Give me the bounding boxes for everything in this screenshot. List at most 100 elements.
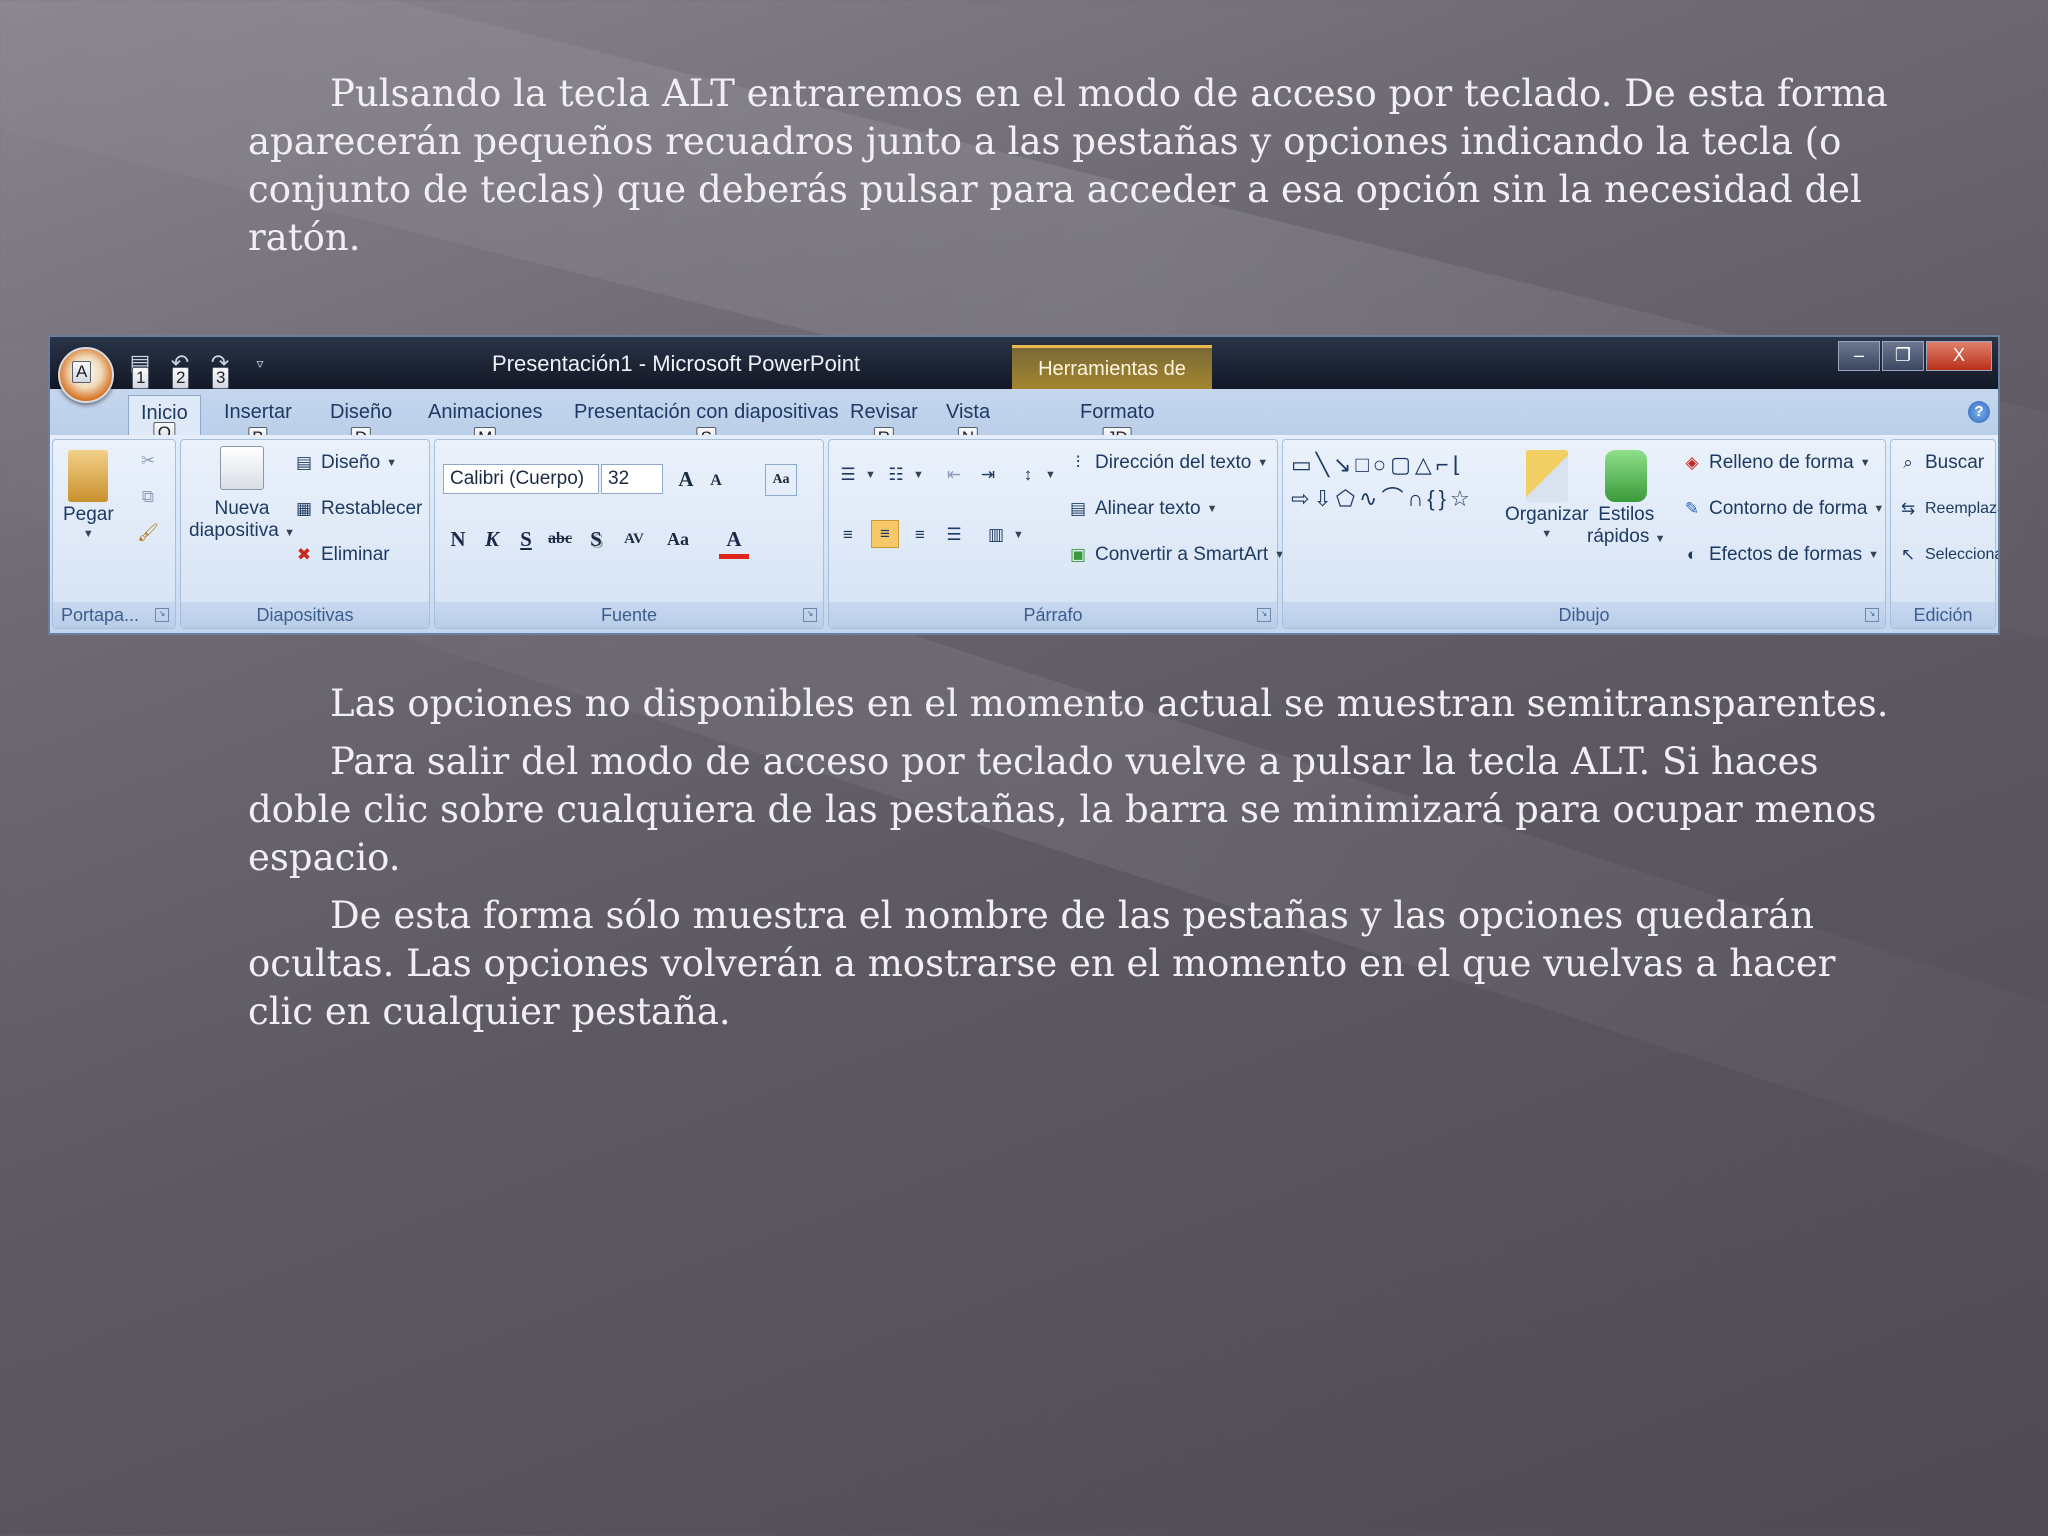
align-left-button[interactable]: ≡ xyxy=(837,524,859,546)
numbering-button[interactable]: ☷ ▼ xyxy=(885,464,924,486)
office-button[interactable]: A xyxy=(58,347,114,403)
group-slides: Nueva diapositiva ▼ ▤ Diseño ▼ ▦ Restablece… xyxy=(180,439,430,629)
quick-access-toolbar: ▤ 1 ↶ 2 ↷ 3 ▿ xyxy=(124,345,276,389)
dialog-launcher-icon[interactable]: ↘ xyxy=(1257,608,1271,622)
tab-inicio[interactable]: Inicio O xyxy=(128,395,201,444)
reset-button[interactable]: ▦ Restablecer xyxy=(293,498,422,520)
align-text-button[interactable]: ▤ Alinear texto ▼ xyxy=(1067,498,1218,520)
align-right-button[interactable]: ≡ xyxy=(909,524,931,546)
customize-qat-icon[interactable]: ▿ xyxy=(244,347,276,379)
justify-button[interactable]: ☰ xyxy=(943,524,965,546)
save-icon[interactable]: ▤ 1 xyxy=(124,347,156,389)
chevron-down-icon: ▼ xyxy=(82,528,94,540)
clear-format-icon[interactable]: Aa xyxy=(765,464,797,496)
select-button[interactable]: ↖Seleccionar xyxy=(1897,544,1998,566)
arc-shape-icon[interactable]: ⌒ xyxy=(1381,484,1403,514)
shrink-font-button[interactable]: A xyxy=(701,466,731,496)
smartart-button[interactable]: ▣ Convertir a SmartArt ▼ xyxy=(1067,544,1285,566)
font-size-select[interactable]: 32 xyxy=(601,464,663,494)
right-brace-shape-icon[interactable]: } xyxy=(1439,484,1446,514)
redo-icon[interactable]: ↷ 3 xyxy=(204,347,236,389)
left-brace-shape-icon[interactable]: { xyxy=(1427,484,1434,514)
bold-button[interactable]: N xyxy=(443,524,473,554)
tab-insertar[interactable]: InsertarB xyxy=(224,401,292,449)
quick-styles-button[interactable]: Estilos rápidos ▼ xyxy=(1587,450,1666,548)
strikethrough-button[interactable]: abc xyxy=(545,524,575,554)
keytip: 3 xyxy=(212,367,230,389)
paragraph: Las opciones no disponibles en el moment… xyxy=(330,682,1889,725)
dialog-launcher-icon[interactable]: ↘ xyxy=(1865,608,1879,622)
shape-outline-button[interactable]: ✎ Contorno de forma ▼ xyxy=(1681,498,1884,520)
replace-button[interactable]: ⇆Reemplazar xyxy=(1897,498,1998,520)
close-button[interactable]: X xyxy=(1926,341,1992,371)
right-arrow-shape-icon[interactable]: ⇨ xyxy=(1291,484,1309,514)
triangle-shape-icon[interactable]: △ xyxy=(1415,450,1432,480)
paint-bucket-icon: ◈ xyxy=(1685,453,1699,472)
columns-button[interactable]: ▥ ▼ xyxy=(985,524,1024,546)
curve-shape-icon[interactable]: ∩ xyxy=(1407,484,1423,514)
textbox-shape-icon[interactable]: ▭ xyxy=(1291,450,1312,480)
shape-fill-button[interactable]: ◈ Relleno de forma ▼ xyxy=(1681,452,1870,474)
tab-formato[interactable]: FormatoJD xyxy=(1080,401,1154,449)
font-color-button[interactable]: A xyxy=(719,524,749,559)
new-slide-button[interactable]: Nueva diapositiva ▼ xyxy=(189,446,295,542)
group-drawing: ▭ ╲ ↘ □ ○ ▢ △ ⌐ ⌊ ⇨ ⇩ ⬠ ∿ ⌒ ∩{} ☆ Organizar ▼ Estilos… xyxy=(1282,439,1886,629)
new-slide-icon xyxy=(219,446,264,490)
layout-button[interactable]: ▤ Diseño ▼ xyxy=(293,452,397,474)
paste-icon xyxy=(68,450,109,502)
reset-icon: ▦ xyxy=(295,499,313,518)
delete-slide-button[interactable]: ✖ Eliminar xyxy=(293,544,390,566)
title-bar: ▤ 1 ↶ 2 ↷ 3 ▿ Presentación1 - Microsoft Pow… xyxy=(50,337,1998,422)
align-center-button[interactable]: ≡ xyxy=(871,520,899,548)
paste-button[interactable]: Pegar ▼ xyxy=(63,450,114,540)
underline-button[interactable]: S xyxy=(511,524,541,554)
ribbon-body: Pegar ▼ ✂ ⧉ 🖌 Portapa... ↘ Nueva diaposi… xyxy=(50,435,1998,633)
change-case-button[interactable]: Aa xyxy=(663,524,693,554)
format-painter-icon[interactable]: 🖌 xyxy=(137,522,159,544)
copy-icon[interactable]: ⧉ xyxy=(137,486,159,508)
decrease-indent-button[interactable]: ⇤ xyxy=(943,464,965,486)
font-name-select[interactable]: Calibri (Cuerpo) xyxy=(443,464,599,494)
tab-diseno[interactable]: DiseñoD xyxy=(330,401,392,449)
shadow-button[interactable]: S xyxy=(581,524,611,554)
tab-presentacion[interactable]: Presentación con diapositivasS xyxy=(574,401,839,449)
group-font: Calibri (Cuerpo) 32 A A Aa N K S abc S A… xyxy=(434,439,824,629)
cut-icon[interactable]: ✂ xyxy=(137,450,159,472)
paragraph: Para salir del modo de acceso por teclad… xyxy=(248,740,1877,879)
dialog-launcher-icon[interactable]: ↘ xyxy=(803,608,817,622)
line-shape-icon[interactable]: ╲ xyxy=(1316,450,1329,480)
star-shape-icon[interactable]: ☆ xyxy=(1450,484,1470,514)
arrow-shape-icon[interactable]: ↘ xyxy=(1333,450,1351,480)
grow-font-button[interactable]: A xyxy=(671,464,701,494)
smartart-icon: ▣ xyxy=(1069,545,1087,564)
minimize-button[interactable]: – xyxy=(1838,341,1880,371)
line-spacing-button[interactable]: ↕ ▼ xyxy=(1017,464,1056,486)
shapes-gallery[interactable]: ▭ ╲ ↘ □ ○ ▢ △ ⌐ ⌊ ⇨ ⇩ ⬠ ∿ ⌒ ∩{} ☆ xyxy=(1291,450,1481,514)
window-controls: – ❐ X xyxy=(1838,341,1992,371)
pentagon-shape-icon[interactable]: ⬠ xyxy=(1336,484,1355,514)
freeform-shape-icon[interactable]: ∿ xyxy=(1359,484,1377,514)
bullets-button[interactable]: ☰ ▼ xyxy=(837,464,876,486)
character-spacing-button[interactable]: AV xyxy=(619,524,649,554)
binoculars-icon: ⌕ xyxy=(1903,453,1913,472)
dialog-launcher-icon[interactable]: ↘ xyxy=(155,608,169,622)
undo-icon[interactable]: ↶ 2 xyxy=(164,347,196,389)
increase-indent-button[interactable]: ⇥ xyxy=(977,464,999,486)
arrange-button[interactable]: Organizar ▼ xyxy=(1505,450,1588,540)
text-direction-button[interactable]: ⫶ Dirección del texto ▼ xyxy=(1067,452,1268,474)
find-button[interactable]: ⌕ Buscar xyxy=(1897,452,1984,474)
rectangle-shape-icon[interactable]: □ xyxy=(1355,450,1368,480)
tab-revisar[interactable]: RevisarR xyxy=(850,401,918,449)
paragraph: Pulsando la tecla ALT entraremos en el m… xyxy=(248,72,1888,259)
down-arrow-shape-icon[interactable]: ⇩ xyxy=(1313,484,1331,514)
tab-vista[interactable]: VistaN xyxy=(946,401,990,449)
tab-animaciones[interactable]: AnimacionesM xyxy=(428,401,543,449)
oval-shape-icon[interactable]: ○ xyxy=(1373,450,1386,480)
restore-button[interactable]: ❐ xyxy=(1882,341,1924,371)
elbow-shape-icon[interactable]: ⌐ xyxy=(1436,450,1449,480)
shape-effects-button[interactable]: ◐ Efectos de formas ▼ xyxy=(1681,544,1879,566)
rounded-rect-shape-icon[interactable]: ▢ xyxy=(1390,450,1411,480)
italic-button[interactable]: K xyxy=(477,524,507,554)
help-icon[interactable]: ? xyxy=(1968,401,1990,423)
connector-shape-icon[interactable]: ⌊ xyxy=(1453,450,1462,480)
